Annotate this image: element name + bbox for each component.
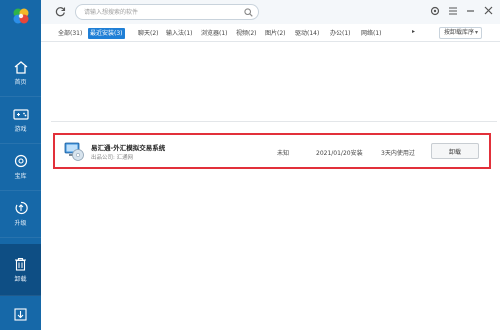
- sidebar-item-upgrade[interactable]: 升级: [0, 191, 41, 238]
- top-bar: [41, 0, 500, 24]
- home-icon: [14, 60, 28, 74]
- tab-video[interactable]: 视频(2): [234, 28, 259, 39]
- installer-disc-icon: [63, 140, 85, 162]
- sidebar-item-download[interactable]: [0, 298, 41, 330]
- gamepad-icon: [12, 108, 29, 121]
- app-publisher: 出品公司: 汇通网: [91, 155, 134, 161]
- sidebar: 首页 游戏 宝库 升级 卸载: [0, 0, 41, 330]
- usage-status: 3天内使用过: [381, 150, 415, 157]
- tab-network[interactable]: 网络(1): [359, 28, 384, 39]
- sort-select-value: 按卸载库序: [444, 29, 475, 36]
- tab-driver[interactable]: 驱动(14): [293, 28, 321, 39]
- chevron-down-icon: ▾: [474, 29, 478, 36]
- uninstall-button[interactable]: 卸载: [431, 143, 479, 159]
- tab-all[interactable]: 全部(31): [56, 28, 84, 39]
- sidebar-item-label: 宝库: [14, 173, 27, 180]
- pinwheel-logo-icon: [13, 8, 28, 24]
- app-size: 未知: [277, 150, 290, 157]
- tab-browser[interactable]: 浏览器(1): [199, 28, 230, 39]
- tab-recent[interactable]: 最近安装(3): [88, 28, 125, 39]
- minimize-icon[interactable]: [465, 5, 476, 16]
- sidebar-item-games[interactable]: 游戏: [0, 97, 41, 144]
- list-item: 易汇通-外汇模拟交易系统 出品公司: 汇通网 未知 2021/01/20安装 3…: [53, 133, 491, 169]
- install-date: 2021/01/20安装: [316, 150, 363, 157]
- category-tabs: 全部(31) 最近安装(3) 聊天(2) 输入法(1) 浏览器(1) 视频(2)…: [41, 24, 500, 42]
- sidebar-item-label: 首页: [14, 78, 27, 86]
- sidebar-item-home[interactable]: 首页: [0, 50, 41, 97]
- search-input[interactable]: [84, 7, 239, 17]
- app-name: 易汇通-外汇模拟交易系统: [91, 144, 166, 152]
- sidebar-item-label: 卸载: [14, 275, 27, 283]
- divider: [51, 121, 497, 122]
- tab-chat[interactable]: 聊天(2): [136, 28, 161, 39]
- sidebar-item-uninstall[interactable]: 卸载: [0, 244, 41, 296]
- app-logo: [0, 0, 41, 32]
- sort-select[interactable]: 按卸载库序 ▾: [439, 27, 482, 39]
- tabs-scroll-right-icon[interactable]: ▸: [412, 28, 415, 35]
- sidebar-item-treasure[interactable]: 宝库: [0, 144, 41, 191]
- close-icon[interactable]: [483, 5, 494, 16]
- search-box: [75, 4, 259, 20]
- sidebar-item-label: 升级: [14, 220, 27, 227]
- upgrade-icon: [14, 201, 28, 215]
- sidebar-item-label: 游戏: [14, 125, 27, 133]
- tab-image[interactable]: 图片(2): [263, 28, 288, 39]
- download-icon: [14, 307, 27, 321]
- treasure-icon: [14, 154, 28, 168]
- refresh-icon[interactable]: [55, 6, 66, 17]
- menu-icon[interactable]: [447, 5, 458, 16]
- tab-office[interactable]: 办公(1): [328, 28, 353, 39]
- settings-icon[interactable]: [429, 5, 440, 16]
- tab-input-method[interactable]: 输入法(1): [164, 28, 195, 39]
- app-list: 易汇通-外汇模拟交易系统 出品公司: 汇通网 未知 2021/01/20安装 3…: [41, 42, 500, 330]
- trash-icon: [14, 257, 27, 271]
- search-icon[interactable]: [244, 8, 253, 17]
